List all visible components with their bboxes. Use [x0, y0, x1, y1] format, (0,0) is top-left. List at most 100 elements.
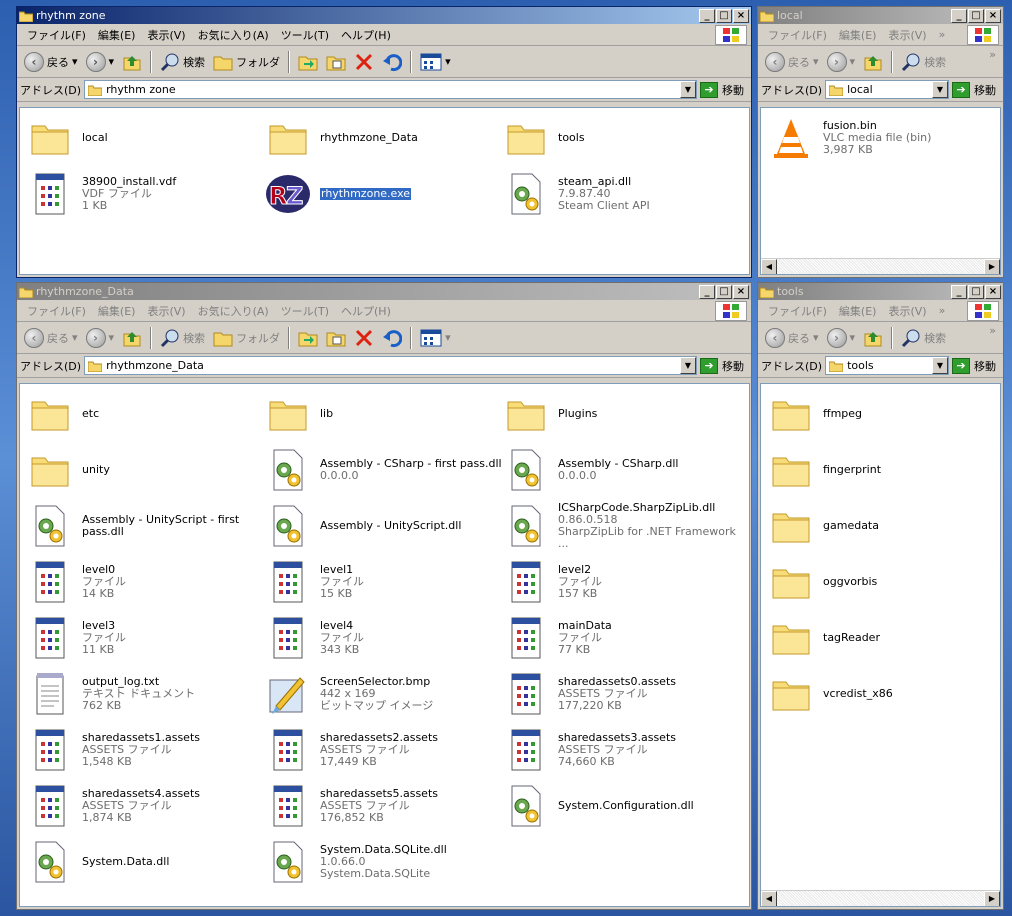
back-button[interactable]: ‹ 戻る ▾ [21, 50, 81, 74]
menu-item[interactable]: 表示(V) [882, 25, 932, 45]
file-item[interactable]: sharedassets5.assets ASSETS ファイル 176,852 K… [264, 782, 502, 830]
address-dropdown-button[interactable]: ▼ [932, 81, 948, 98]
up-folder-button[interactable] [860, 326, 886, 350]
menu-item[interactable]: 表示(V) [141, 301, 191, 321]
title-bar[interactable]: tools _ □ × [758, 283, 1003, 300]
title-bar[interactable]: local _ □ × [758, 7, 1003, 24]
file-item[interactable]: unity [26, 446, 264, 494]
address-input[interactable]: rhythmzone_Data ▼ [84, 356, 697, 375]
maximize-button[interactable]: □ [716, 8, 732, 23]
menu-item[interactable]: ファイル(F) [762, 301, 833, 321]
maximize-button[interactable]: □ [716, 284, 732, 299]
file-item[interactable]: oggvorbis [767, 558, 997, 606]
file-item[interactable]: sharedassets4.assets ASSETS ファイル 1,874 KB [26, 782, 264, 830]
up-folder-button[interactable] [860, 50, 886, 74]
file-item[interactable]: lib [264, 390, 502, 438]
file-item[interactable]: R Zrhythmzone.exe [264, 170, 502, 218]
file-item[interactable]: tools [502, 114, 740, 162]
close-button[interactable]: × [733, 284, 749, 299]
close-button[interactable]: × [985, 8, 1001, 23]
maximize-button[interactable]: □ [968, 284, 984, 299]
forward-button[interactable]: › ▾ [824, 50, 859, 74]
go-button[interactable]: ➔ 移動 [700, 81, 748, 98]
menu-item[interactable]: ヘルプ(H) [335, 25, 397, 45]
menu-item[interactable]: お気に入り(A) [192, 25, 275, 45]
scroll-right-arrow[interactable]: ▶ [984, 259, 1000, 274]
toolbar-chevron[interactable]: » [986, 322, 999, 339]
menu-item[interactable]: お気に入り(A) [192, 301, 275, 321]
file-item[interactable]: ffmpeg [767, 390, 997, 438]
file-item[interactable]: ICSharpCode.SharpZipLib.dll 0.86.0.518 Sha… [502, 502, 740, 550]
file-item[interactable]: level4 ファイル 343 KB [264, 614, 502, 662]
menu-chevron[interactable]: » [933, 26, 952, 43]
file-item[interactable]: sharedassets0.assets ASSETS ファイル 177,220 K… [502, 670, 740, 718]
delete-button[interactable] [351, 50, 377, 74]
file-item[interactable]: output_log.txt テキスト ドキュメント 762 KB [26, 670, 264, 718]
go-button[interactable]: ➔ 移動 [952, 81, 1000, 98]
file-item[interactable]: Plugins [502, 390, 740, 438]
maximize-button[interactable]: □ [968, 8, 984, 23]
menu-item[interactable]: ツール(T) [275, 25, 335, 45]
menu-item[interactable]: 表示(V) [882, 301, 932, 321]
file-item[interactable]: sharedassets1.assets ASSETS ファイル 1,548 KB [26, 726, 264, 774]
undo-button[interactable] [379, 326, 405, 350]
forward-button[interactable]: › ▾ [83, 50, 118, 74]
file-item[interactable]: level3 ファイル 11 KB [26, 614, 264, 662]
move-to-button[interactable] [295, 327, 321, 349]
move-to-button[interactable] [295, 51, 321, 73]
address-input[interactable]: tools ▼ [825, 356, 949, 375]
file-item[interactable]: local [26, 114, 264, 162]
go-button[interactable]: ➔ 移動 [952, 357, 1000, 374]
file-item[interactable]: ScreenSelector.bmp 442 x 169 ビットマップ イメージ [264, 670, 502, 718]
file-item[interactable]: sharedassets3.assets ASSETS ファイル 74,660 KB [502, 726, 740, 774]
file-item[interactable]: gamedata [767, 502, 997, 550]
forward-button[interactable]: › ▾ [824, 326, 859, 350]
file-item[interactable]: fingerprint [767, 446, 997, 494]
up-folder-button[interactable] [119, 326, 145, 350]
close-button[interactable]: × [985, 284, 1001, 299]
menu-item[interactable]: 編集(E) [833, 301, 883, 321]
minimize-button[interactable]: _ [699, 284, 715, 299]
minimize-button[interactable]: _ [951, 8, 967, 23]
views-button[interactable]: ▾ [417, 51, 454, 73]
address-dropdown-button[interactable]: ▼ [680, 81, 696, 98]
minimize-button[interactable]: _ [951, 284, 967, 299]
file-item[interactable]: System.Data.SQLite.dll 1.0.66.0 System.Dat… [264, 838, 502, 886]
file-item[interactable]: level1 ファイル 15 KB [264, 558, 502, 606]
search-button[interactable]: 検索 [157, 326, 208, 350]
menu-item[interactable]: ツール(T) [275, 301, 335, 321]
folders-button[interactable]: フォルダ [210, 51, 283, 73]
toolbar-chevron[interactable]: » [986, 46, 999, 63]
scroll-left-arrow[interactable]: ◀ [761, 259, 777, 274]
search-button[interactable]: 検索 [157, 50, 208, 74]
file-item[interactable]: etc [26, 390, 264, 438]
close-button[interactable]: × [733, 8, 749, 23]
up-folder-button[interactable] [119, 50, 145, 74]
address-input[interactable]: local ▼ [825, 80, 949, 99]
menu-item[interactable]: 表示(V) [141, 25, 191, 45]
file-item[interactable]: level2 ファイル 157 KB [502, 558, 740, 606]
scroll-left-arrow[interactable]: ◀ [761, 891, 777, 906]
file-item[interactable]: fusion.bin VLC media file (bin) 3,987 KB [767, 114, 997, 162]
horizontal-scrollbar[interactable]: ◀ ▶ [761, 890, 1000, 906]
menu-item[interactable]: 編集(E) [833, 25, 883, 45]
horizontal-scrollbar[interactable]: ◀ ▶ [761, 258, 1000, 274]
file-item[interactable]: vcredist_x86 [767, 670, 997, 718]
address-dropdown-button[interactable]: ▼ [680, 357, 696, 374]
menu-item[interactable]: 編集(E) [92, 301, 142, 321]
back-button[interactable]: ‹ 戻る ▾ [762, 326, 822, 350]
file-item[interactable]: System.Configuration.dll [502, 782, 740, 830]
back-button[interactable]: ‹ 戻る ▾ [762, 50, 822, 74]
menu-item[interactable]: ファイル(F) [21, 25, 92, 45]
search-button[interactable]: 検索 [898, 50, 949, 74]
file-item[interactable]: Assembly - UnityScript - first pass.dll [26, 502, 264, 550]
file-item[interactable]: tagReader [767, 614, 997, 662]
file-item[interactable]: Assembly - CSharp.dll 0.0.0.0 [502, 446, 740, 494]
menu-chevron[interactable]: » [933, 302, 952, 319]
file-item[interactable]: System.Data.dll [26, 838, 264, 886]
copy-to-button[interactable] [323, 51, 349, 73]
file-item[interactable]: rhythmzone_Data [264, 114, 502, 162]
folders-button[interactable]: フォルダ [210, 327, 283, 349]
address-input[interactable]: rhythm zone ▼ [84, 80, 697, 99]
go-button[interactable]: ➔ 移動 [700, 357, 748, 374]
